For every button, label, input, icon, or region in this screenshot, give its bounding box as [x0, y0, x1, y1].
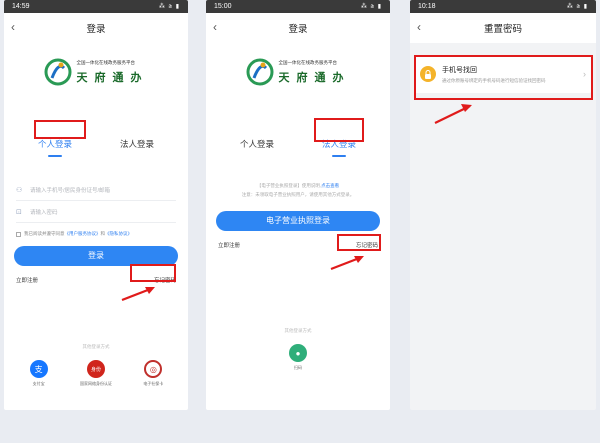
arrow-icon [434, 104, 472, 124]
logo-subtitle: 全国一体化在线政务服务平台 [76, 59, 136, 65]
password-field[interactable]: ⊡ 请输入密码 [16, 201, 176, 223]
other-login-methods: ● 扫码 [206, 344, 390, 371]
back-icon[interactable]: ‹ [11, 20, 15, 34]
tianfu-logo-icon [246, 58, 273, 86]
highlight-box [337, 234, 381, 251]
notice-text: 【电子营业执照登录】使用说明, [256, 183, 322, 188]
agreement-checkbox[interactable] [16, 231, 21, 237]
license-notice: 【电子营业执照登录】使用说明,点击查看 注意：未领取电子营业执照用户，请使用其他… [216, 181, 380, 199]
login-tabs: 个人登录 法人登录 [4, 135, 188, 153]
person-icon: ● [289, 344, 307, 362]
app-logo: 全国一体化在线政务服务平台 天府通办 [4, 57, 188, 87]
status-time: 14:59 [12, 3, 30, 10]
account-field[interactable]: ⚇ 请输入手机号/居民身份证号/邮箱 [16, 179, 176, 201]
highlight-box [34, 120, 86, 139]
national-id-login[interactable]: 身份 国家网络身份认证 [69, 360, 123, 387]
privacy-agreement-link[interactable]: 《隐私协议》 [105, 231, 132, 237]
back-icon[interactable]: ‹ [417, 20, 421, 34]
arrow-icon [121, 286, 155, 302]
highlight-box [314, 118, 364, 142]
app-logo: 全国一体化在线政务服务平台 天府通办 [206, 57, 390, 87]
user-agreement-link[interactable]: 《用户服务协议》 [65, 231, 101, 237]
account-placeholder: 请输入手机号/居民身份证号/邮箱 [30, 187, 111, 194]
login-button[interactable]: 登录 [14, 246, 178, 266]
status-bar: 15:00 ⁂ ⩭ ▮ [206, 0, 390, 13]
status-time: 10:18 [418, 3, 436, 10]
logo-name: 天府通办 [76, 71, 149, 84]
register-link[interactable]: 立即注册 [16, 276, 38, 284]
user-icon: ⚇ [16, 186, 23, 194]
status-bar: 14:59 ⁂ ⩭ ▮ [4, 0, 188, 13]
business-license-login-button[interactable]: 电子营业执照登录 [216, 211, 380, 231]
tab-corporate-login[interactable]: 法人登录 [115, 135, 159, 153]
alipay-label: 支付宝 [32, 381, 45, 386]
alipay-icon: 支 [29, 360, 48, 378]
lock-icon: ⊡ [16, 208, 22, 216]
national-id-label: 国家网络身份认证 [79, 381, 112, 386]
password-placeholder: 请输入密码 [30, 209, 58, 216]
arrow-icon [330, 255, 364, 271]
scan-login[interactable]: ● 扫码 [271, 344, 325, 371]
view-instructions-link[interactable]: 点击查看 [321, 183, 339, 188]
screenshot-stage: 14:59 ⁂ ⩭ ▮ ‹ 登录 全国一体化在线政务服务平台 天府通办 个人登录… [0, 0, 600, 443]
page-title: 重置密码 [483, 24, 522, 35]
status-icons: ⁂ ⩭ ▮ [158, 3, 180, 10]
phone-corporate-login: 15:00 ⁂ ⩭ ▮ ‹ 登录 全国一体化在线政务服务平台 天府通办 个人登录… [206, 0, 390, 410]
register-link[interactable]: 立即注册 [218, 241, 240, 249]
highlight-box [414, 55, 593, 100]
social-security-login[interactable]: ◎ 电子社保卡 [126, 360, 180, 387]
notice-warning: 注意：未领取电子营业执照用户，请使用其他方式登录。 [241, 192, 355, 197]
nav-bar: ‹ 登录 [4, 13, 188, 43]
tianfu-logo-icon [44, 58, 71, 86]
status-icons: ⁂ ⩭ ▮ [360, 3, 382, 10]
phone-reset-password: 10:18 ⁂ ⩭ ▮ ‹ 重置密码 手机号找回 通过你原账号绑定的手机号码进行… [410, 0, 596, 410]
national-id-icon: 身份 [86, 360, 105, 378]
phone-personal-login: 14:59 ⁂ ⩭ ▮ ‹ 登录 全国一体化在线政务服务平台 天府通办 个人登录… [4, 0, 188, 410]
status-time: 15:00 [214, 3, 232, 10]
page-title: 登录 [288, 24, 308, 35]
tab-personal-login[interactable]: 个人登录 [235, 135, 279, 153]
nav-bar: ‹ 重置密码 [410, 13, 596, 43]
scan-label: 扫码 [294, 365, 302, 370]
agreement-row: 我已阅读并遵守同意 《用户服务协议》 和 《隐私协议》 [16, 231, 176, 237]
logo-name: 天府通办 [278, 71, 351, 84]
other-login-methods: 支 支付宝 身份 国家网络身份认证 ◎ 电子社保卡 [4, 360, 188, 387]
logo-subtitle: 全国一体化在线政务服务平台 [278, 59, 338, 65]
alipay-login[interactable]: 支 支付宝 [12, 360, 66, 387]
status-bar: 10:18 ⁂ ⩭ ▮ [410, 0, 596, 13]
nav-bar: ‹ 登录 [206, 13, 390, 43]
highlight-box [130, 264, 176, 282]
social-security-icon: ◎ [144, 360, 163, 378]
page-title: 登录 [86, 24, 106, 35]
agreement-text: 我已阅读并遵守同意 [24, 231, 65, 236]
status-icons: ⁂ ⩭ ▮ [566, 3, 588, 10]
back-icon[interactable]: ‹ [213, 20, 217, 34]
social-security-label: 电子社保卡 [143, 381, 164, 386]
